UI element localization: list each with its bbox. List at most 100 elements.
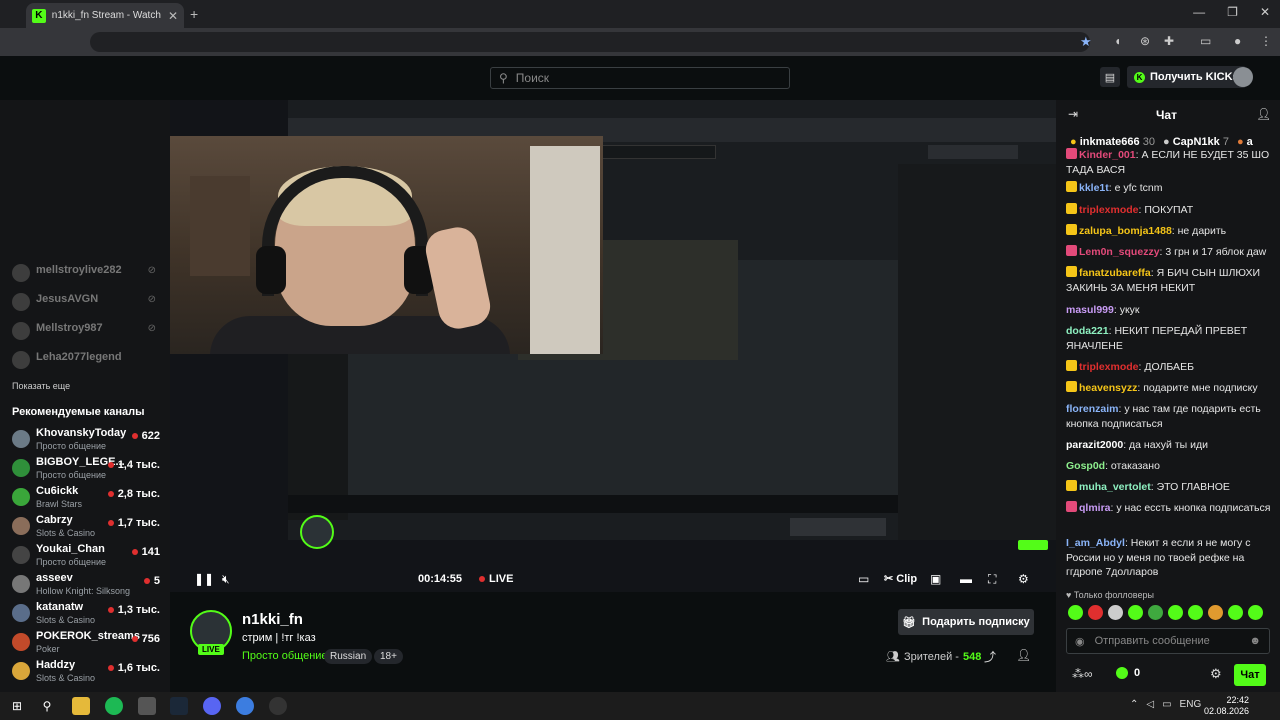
- sidebar-recommended-channel[interactable]: KhovanskyToday Просто общение 622: [12, 426, 164, 454]
- search-icon[interactable]: ⚲: [38, 697, 56, 715]
- close-tab-icon[interactable]: ✕: [168, 9, 178, 23]
- emote-icon[interactable]: [1148, 605, 1163, 620]
- emote-icon[interactable]: [1088, 605, 1103, 620]
- leaderboard-entry[interactable]: ● inkmate666 30: [1070, 136, 1155, 148]
- chat-username[interactable]: muha_vertolet: [1079, 481, 1151, 493]
- browser-tab[interactable]: K n1kki_fn Stream - Watch Live on Kick ✕: [26, 3, 184, 28]
- chat-settings-gear-icon[interactable]: ⚙: [1210, 666, 1222, 682]
- close-window-button[interactable]: ✕: [1260, 5, 1270, 19]
- sidebar-recommended-channel[interactable]: Cu6ickk Brawl Stars 2,8 тыс.: [12, 484, 164, 512]
- user-avatar[interactable]: [1233, 67, 1253, 87]
- spotify-icon[interactable]: [105, 697, 123, 715]
- mute-icon[interactable]: 🔇︎: [222, 572, 230, 587]
- profile-icon[interactable]: ●: [1234, 34, 1241, 48]
- bookmark-star-icon[interactable]: ★: [1080, 34, 1092, 50]
- discord-icon[interactable]: [203, 697, 221, 715]
- sidebar-recommended-channel[interactable]: POKEROK_streams Poker 756: [12, 629, 164, 657]
- sidebar-recommended-channel[interactable]: Youkai_Chan Просто общение 141: [12, 542, 164, 570]
- network-icon[interactable]: ▭: [1162, 699, 1171, 710]
- miniplayer-icon[interactable]: ▬: [960, 572, 972, 586]
- share-icon[interactable]: ⤴: [984, 648, 996, 665]
- channel-name[interactable]: n1kki_fn: [242, 611, 303, 628]
- captions-icon[interactable]: ▣: [930, 572, 941, 586]
- app-icon[interactable]: [138, 697, 156, 715]
- chat-username[interactable]: florenzaim: [1066, 403, 1119, 415]
- send-chat-button[interactable]: Чат: [1234, 664, 1266, 686]
- settings-gear-icon[interactable]: ⚙: [1018, 572, 1029, 586]
- sidebar-followed-channel[interactable]: Leha2077legend: [12, 347, 164, 375]
- windows-start-icon[interactable]: ⊞: [8, 697, 26, 715]
- emote-icon[interactable]: [1228, 605, 1243, 620]
- chat-username[interactable]: qlmira: [1079, 502, 1111, 514]
- chat-username[interactable]: masul999: [1066, 304, 1114, 316]
- stream-category[interactable]: Просто общение: [242, 650, 328, 662]
- tray-arrow-icon[interactable]: ⌃: [1130, 699, 1138, 710]
- chat-username[interactable]: triplexmode: [1079, 361, 1139, 373]
- clip-button[interactable]: ✂ Clip: [884, 572, 917, 585]
- chat-username[interactable]: heavensyzz: [1079, 382, 1137, 394]
- chat-users-icon[interactable]: 👤︎: [1256, 107, 1271, 121]
- emote-icon[interactable]: [1168, 605, 1183, 620]
- steam-icon[interactable]: [170, 697, 188, 715]
- chat-username[interactable]: I_am_Abdyl: [1066, 537, 1125, 549]
- sidebar-recommended-channel[interactable]: Cabrzy Slots & Casino 1,7 тыс.: [12, 513, 164, 541]
- extension-icon[interactable]: ◖: [1114, 34, 1121, 48]
- emote-icon[interactable]: [1248, 605, 1263, 620]
- chat-username[interactable]: Lem0n_squezzy: [1079, 246, 1160, 258]
- sidebar-recommended-channel[interactable]: Haddzy Slots & Casino 1,6 тыс.: [12, 658, 164, 686]
- file-explorer-icon[interactable]: [72, 697, 90, 715]
- show-more-link[interactable]: Показать еще: [12, 381, 70, 391]
- chrome-icon[interactable]: [236, 697, 254, 715]
- address-bar[interactable]: [90, 32, 1090, 52]
- gift-sub-button[interactable]: 🎁︎ Подарить подписку: [898, 609, 1034, 635]
- obs-icon[interactable]: [269, 697, 287, 715]
- kicks-gift-icon[interactable]: ⁂∞: [1072, 667, 1093, 681]
- minimize-button[interactable]: —: [1193, 5, 1205, 19]
- sidebar-recommended-channel[interactable]: katanatw Slots & Casino 1,3 тыс.: [12, 600, 164, 628]
- sidebar-followed-channel[interactable]: mellstroylive282 ⊘: [12, 260, 164, 288]
- sidebar-followed-channel[interactable]: Mellstroy987 ⊘: [12, 318, 164, 346]
- library-button[interactable]: ▤: [1100, 67, 1120, 87]
- clock[interactable]: 22:42 02.08.2026: [1204, 695, 1249, 717]
- search-input[interactable]: ⚲ Поиск: [490, 67, 790, 89]
- chat-username[interactable]: Kinder_001: [1079, 149, 1136, 161]
- emote-icon[interactable]: [1108, 605, 1123, 620]
- emoji-icon[interactable]: ☻: [1249, 635, 1261, 647]
- sidepanel-icon[interactable]: ▭: [1200, 34, 1211, 48]
- theater-icon[interactable]: ▭: [858, 572, 869, 586]
- chat-username[interactable]: zalupa_bomja1488: [1079, 225, 1172, 237]
- avatar: [12, 293, 30, 311]
- emote-icon[interactable]: [1208, 605, 1223, 620]
- leaderboard-entry[interactable]: ● а: [1237, 136, 1253, 148]
- fullscreen-icon[interactable]: ⛶: [988, 572, 996, 587]
- chat-username[interactable]: triplexmode: [1079, 204, 1139, 216]
- emote-icon[interactable]: [1068, 605, 1083, 620]
- pause-icon[interactable]: ❚❚: [194, 572, 214, 586]
- chat-username[interactable]: kkle1t: [1079, 182, 1109, 194]
- puzzle-icon[interactable]: ✚: [1164, 34, 1174, 48]
- sidebar-followed-channel[interactable]: JesusAVGN ⊘: [12, 289, 164, 317]
- new-tab-button[interactable]: +: [190, 6, 198, 22]
- profile-extension-icon[interactable]: ⊛: [1140, 34, 1150, 48]
- sidebar-recommended-channel[interactable]: BIGBOY_LEGE... Просто общение 1,4 тыс.: [12, 455, 164, 483]
- chat-username[interactable]: fanatzubareffa: [1079, 267, 1151, 279]
- sidebar-recommended-channel[interactable]: asseev Hollow Knight: Silksong 5: [12, 571, 164, 599]
- video-player[interactable]: [170, 100, 1056, 592]
- emote-icon[interactable]: [1188, 605, 1203, 620]
- emote-icon[interactable]: [1128, 605, 1143, 620]
- leaderboard-entry[interactable]: ● CapN1kk 7: [1163, 136, 1229, 148]
- get-kicks-button[interactable]: K Получить KICKs: [1127, 66, 1246, 88]
- chat-username[interactable]: parazit2000: [1066, 439, 1123, 451]
- collapse-chat-icon[interactable]: ⇥: [1068, 107, 1078, 121]
- tag-language[interactable]: Russian: [324, 649, 373, 664]
- maximize-button[interactable]: ❐: [1227, 5, 1238, 19]
- follow-user-icon[interactable]: 👤︎: [1016, 648, 1031, 662]
- chat-username[interactable]: Gosp0d: [1066, 460, 1105, 472]
- chat-username[interactable]: doda221: [1066, 325, 1109, 337]
- language-indicator[interactable]: ENG: [1180, 699, 1202, 710]
- chat-settings-icon[interactable]: ◉: [1075, 635, 1085, 648]
- volume-icon[interactable]: ◁: [1146, 699, 1154, 710]
- menu-dots-icon[interactable]: ⋮: [1260, 34, 1272, 48]
- chat-message-input[interactable]: ◉ Отправить сообщение ☻: [1066, 628, 1270, 654]
- tag-age[interactable]: 18+: [374, 649, 403, 664]
